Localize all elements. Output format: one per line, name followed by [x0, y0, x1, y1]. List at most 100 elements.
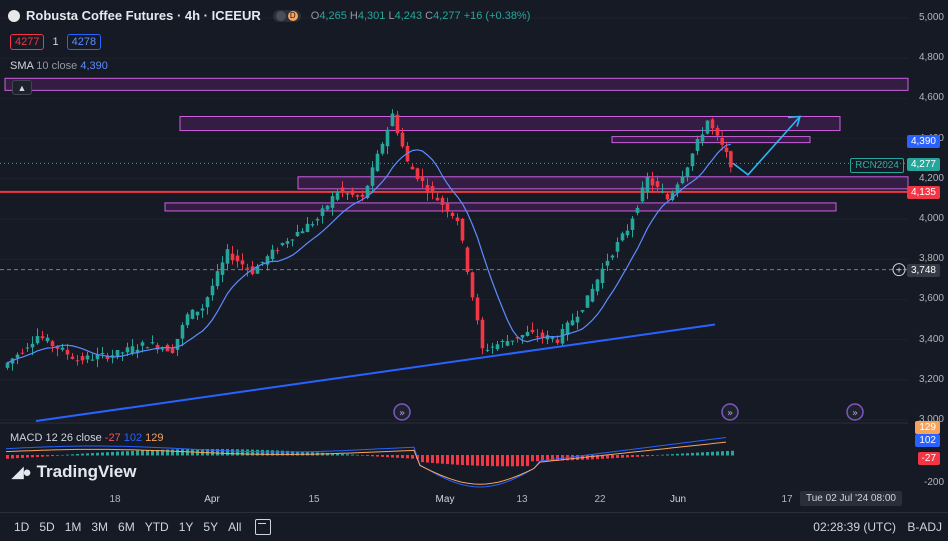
calendar-icon[interactable] — [255, 519, 272, 535]
buy-button[interactable]: 4278 — [66, 34, 102, 50]
candle-body — [375, 153, 380, 172]
candle-body — [285, 241, 290, 244]
macd-histogram-bar — [76, 453, 79, 456]
ohlc-readout: O4,265 H4,301 L4,243 C4,277 +16 (+0.38%) — [310, 9, 531, 22]
macd-histogram-bar — [481, 455, 484, 466]
macd-histogram-bar — [636, 455, 639, 457]
candle-body — [610, 255, 615, 258]
candle-body — [80, 356, 85, 361]
candle-body — [355, 195, 360, 197]
candle-body — [410, 166, 415, 170]
candle-body — [655, 181, 660, 187]
range-button-5d[interactable]: 5D — [39, 520, 54, 534]
range-button-ytd[interactable]: YTD — [145, 520, 169, 534]
candle-body — [200, 308, 205, 311]
candle-body — [320, 208, 325, 216]
macd-histogram-bar — [86, 453, 89, 456]
collapse-legend-button[interactable]: ▲ — [12, 80, 32, 95]
sell-button[interactable]: 4277 — [10, 34, 45, 50]
time-axis-label: May — [435, 494, 455, 505]
event-glyph: » — [727, 408, 733, 419]
candle-body — [555, 339, 560, 343]
price-axis-label: 4,200 — [918, 172, 944, 184]
candle-body — [505, 341, 510, 346]
macd-histogram-bar — [466, 455, 469, 466]
macd-histogram-bar — [701, 452, 704, 456]
candle-body — [310, 224, 315, 226]
candle-body — [245, 267, 250, 269]
macd-histogram-bar — [61, 454, 64, 456]
range-button-1m[interactable]: 1M — [65, 520, 82, 534]
candle-body — [190, 309, 195, 319]
macd-histogram-bar — [126, 451, 129, 456]
candle-body — [40, 336, 45, 339]
candle-body — [695, 138, 700, 151]
macd-histogram-bar — [676, 453, 679, 456]
candle-body — [490, 346, 495, 348]
macd-histogram-bar — [346, 454, 349, 456]
macd-histogram-bar — [6, 455, 9, 459]
coffee-icon — [8, 9, 20, 22]
adjustment-toggle[interactable]: B-ADJ — [907, 520, 942, 534]
macd-histogram-bar — [606, 455, 609, 459]
range-button-3m[interactable]: 3M — [91, 520, 108, 534]
macd-histogram-bar — [681, 453, 684, 456]
macd-histogram-bar — [176, 449, 179, 456]
candle-body — [175, 338, 180, 350]
sma-legend[interactable]: SMA 10 close 4,390 — [10, 60, 108, 72]
candle-body — [195, 311, 200, 316]
event-marker-icon: » — [846, 403, 864, 421]
candle-body — [430, 186, 435, 192]
macd-line-tag: 102 — [915, 434, 940, 447]
candlestick-series — [5, 109, 733, 371]
candle-body — [385, 129, 390, 147]
price-axis-label: 3,200 — [918, 373, 944, 385]
macd-histogram-bar — [491, 455, 494, 467]
price-axis-label: 4,600 — [918, 92, 944, 104]
candle-body — [425, 184, 430, 193]
candle-body — [140, 342, 145, 346]
candle-body — [640, 187, 645, 202]
macd-histogram-bar — [66, 454, 69, 456]
range-button-all[interactable]: All — [228, 520, 241, 534]
candle-body — [360, 194, 365, 197]
resistance-zone — [179, 115, 841, 132]
range-selector: 1D 5D 1M 3M 6M YTD 1Y 5Y All — [14, 520, 241, 534]
symbol-title[interactable]: Robusta Coffee Futures · 4h · ICEEUR — [26, 8, 261, 23]
macd-histogram-bar — [716, 451, 719, 456]
macd-histogram-bar — [526, 455, 529, 467]
range-button-1d[interactable]: 1D — [14, 520, 29, 534]
candle-body — [235, 255, 240, 262]
candle-body — [485, 349, 490, 351]
utc-clock[interactable]: 02:28:39 (UTC) — [813, 520, 896, 534]
macd-histogram-bar — [131, 450, 134, 456]
price-chart[interactable]: + » » » — [0, 0, 948, 540]
candle-body — [630, 218, 635, 230]
macd-histogram-bar — [631, 455, 634, 458]
spread-value: 1 — [52, 36, 59, 48]
macd-histogram-bar — [246, 449, 249, 456]
range-button-1y[interactable]: 1Y — [179, 520, 194, 534]
resistance-zone — [4, 77, 909, 91]
candle-body — [305, 223, 310, 233]
macd-legend[interactable]: MACD 12 26 close -27 102 129 — [10, 432, 164, 444]
range-button-6m[interactable]: 6M — [118, 520, 135, 534]
candle-body — [595, 279, 600, 292]
macd-histogram-bar — [226, 449, 229, 456]
candle-body — [650, 178, 655, 186]
candle-body — [120, 352, 125, 354]
macd-histogram-bar — [16, 455, 19, 459]
macd-histogram-bar — [461, 455, 464, 466]
event-glyph: » — [852, 408, 858, 419]
range-button-5y[interactable]: 5Y — [203, 520, 218, 534]
candle-body — [540, 332, 545, 338]
macd-histogram-bar — [506, 455, 509, 467]
macd-histogram-bar — [401, 455, 404, 459]
candle-body — [350, 190, 355, 195]
macd-histogram-bar — [696, 452, 699, 456]
macd-histogram-bar — [136, 450, 139, 456]
candle-body — [15, 354, 20, 358]
data-toggle[interactable]: D — [272, 9, 301, 22]
candle-body — [530, 329, 535, 333]
candle-body — [445, 203, 450, 212]
